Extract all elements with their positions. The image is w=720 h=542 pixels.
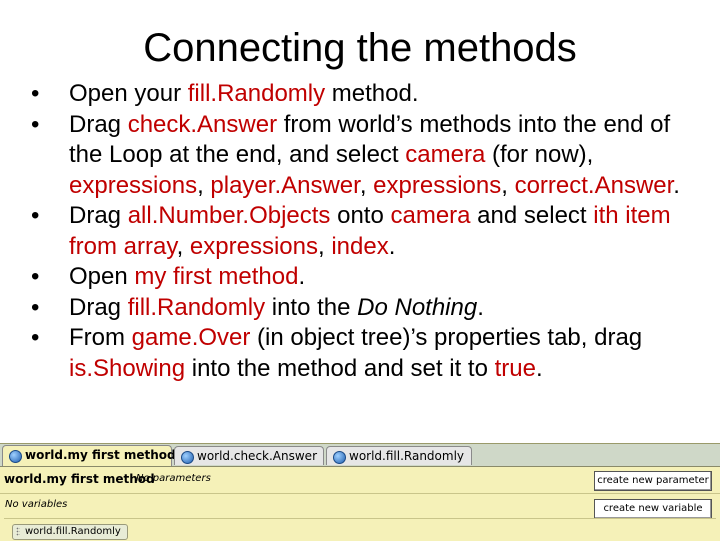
- method-editor-panel: world.my first method world.check.Answer…: [0, 443, 720, 541]
- create-new-variable-button[interactable]: create new variable: [594, 499, 712, 519]
- highlight-text: my first method: [134, 263, 299, 290]
- bullet-item: Drag fill.Randomly into the Do Nothing.: [0, 293, 720, 324]
- tab-fill-randomly[interactable]: world.fill.Randomly: [326, 446, 472, 465]
- highlight-text: camera: [405, 141, 486, 168]
- highlight-text: expressions: [69, 171, 198, 199]
- bullet-list: Open your fill.Randomly method. Drag che…: [0, 79, 720, 384]
- highlight-text: player.Answer: [210, 171, 360, 199]
- highlight-text: expressions: [373, 171, 502, 199]
- highlight-text: game.Over: [131, 324, 251, 351]
- method-name: world.my first method: [4, 472, 155, 486]
- sphere-icon: [9, 450, 22, 463]
- highlight-text: index: [331, 232, 389, 260]
- statement-area: world.fill.Randomly: [4, 518, 716, 542]
- highlight-text: true: [494, 354, 536, 382]
- italic-text: Do Nothing: [357, 293, 478, 321]
- bullet-item: Drag all.Number.Objects onto camera and …: [0, 201, 720, 262]
- bullet-item: Open my first method.: [0, 262, 720, 293]
- highlight-text: correct.Answer: [514, 171, 674, 199]
- method-tab-bar: world.my first method world.check.Answer…: [0, 444, 720, 467]
- bullet-item: Open your fill.Randomly method.: [0, 79, 720, 110]
- bullet-item: From game.Over (in object tree)’s proper…: [0, 323, 720, 384]
- highlight-text: check.Answer: [127, 110, 278, 138]
- tab-check-answer[interactable]: world.check.Answer: [174, 446, 324, 465]
- slide-title: Connecting the methods: [143, 26, 577, 70]
- highlight-text: camera: [390, 202, 471, 229]
- highlight-text: fill.Randomly: [127, 293, 266, 321]
- variables-label: No variables: [5, 499, 68, 510]
- sphere-icon: [333, 451, 346, 464]
- create-new-parameter-button[interactable]: create new parameter: [594, 471, 712, 491]
- highlight-text: fill.Randomly: [187, 80, 326, 107]
- highlight-text: expressions: [189, 232, 318, 260]
- parameters-label: No parameters: [136, 473, 211, 484]
- tab-my-first-method[interactable]: world.my first method: [2, 445, 176, 466]
- highlight-text: all.Number.Objects: [127, 202, 331, 229]
- sphere-icon: [181, 451, 194, 464]
- drag-handle-icon[interactable]: [16, 527, 20, 536]
- bullet-item: Drag check.Answer from world’s methods i…: [0, 110, 720, 202]
- statement-block[interactable]: world.fill.Randomly: [12, 524, 128, 540]
- highlight-text: is.Showing: [69, 354, 186, 382]
